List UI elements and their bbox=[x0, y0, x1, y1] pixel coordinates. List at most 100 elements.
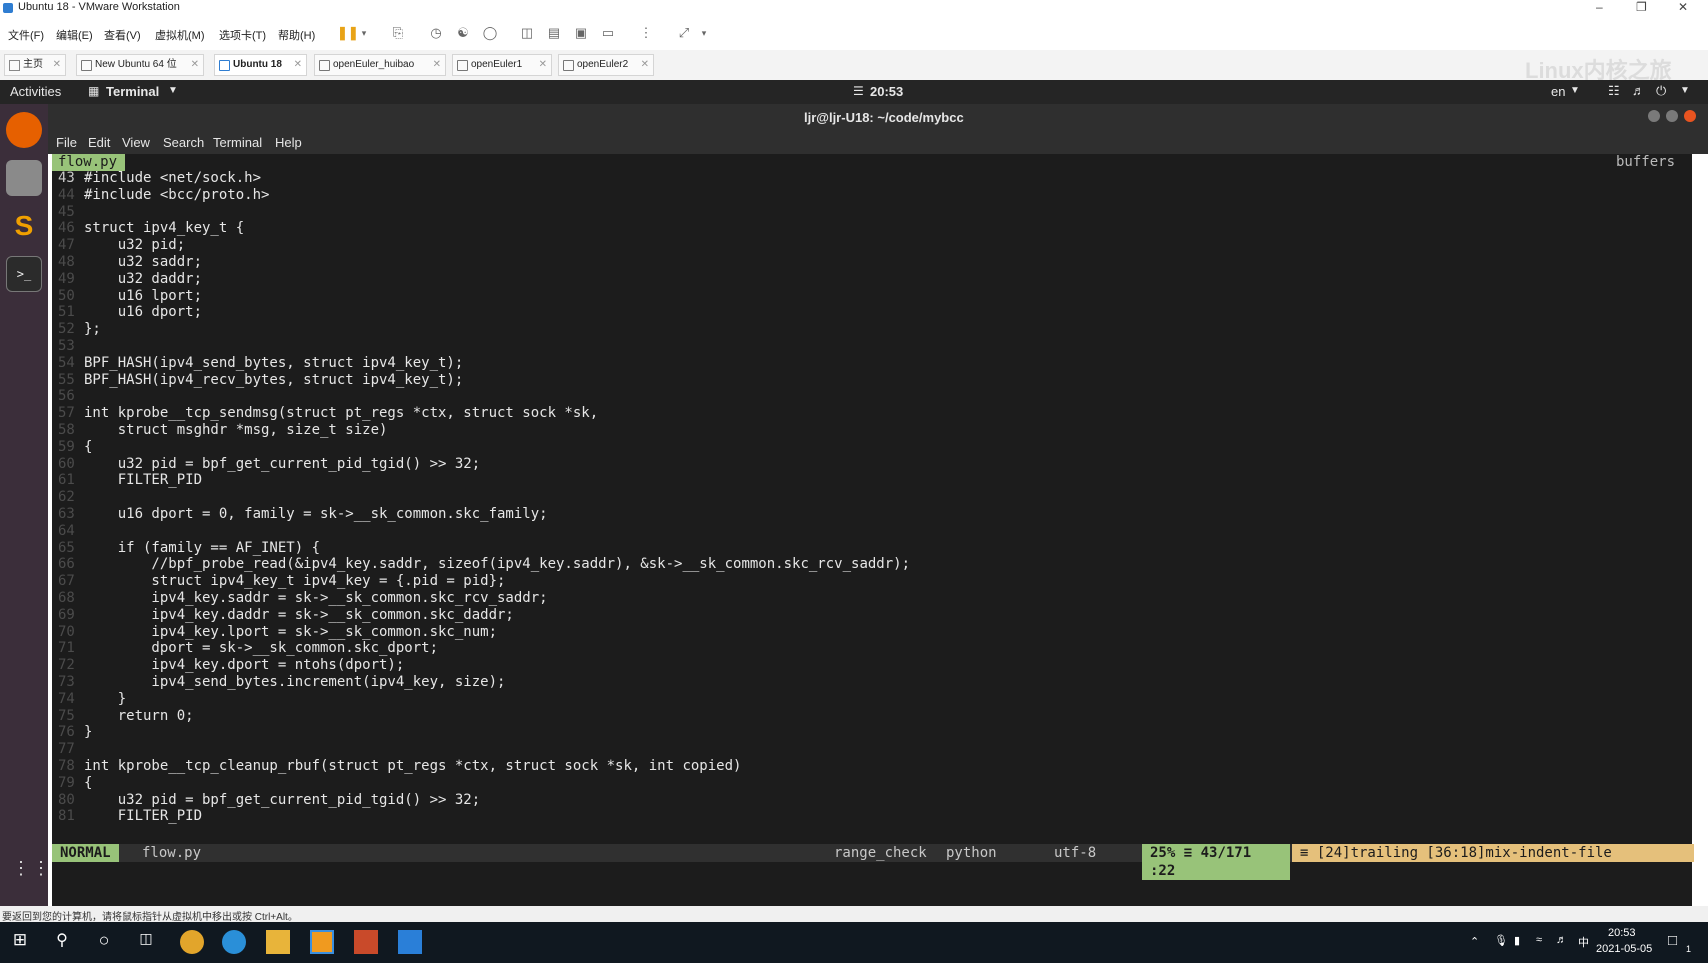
stretch-icon[interactable]: ⤢ bbox=[676, 25, 692, 41]
menu-vm[interactable]: 虚拟机(M) bbox=[155, 27, 205, 43]
vim-editor[interactable]: flow.py ❖ buffers 43 #include <net/sock.h… bbox=[52, 154, 1694, 906]
close-icon[interactable]: ✕ bbox=[433, 55, 441, 75]
code-area[interactable]: 43 #include <net/sock.h> 44 #include <bcc/p… bbox=[58, 170, 1688, 842]
line-number: 43 bbox=[58, 170, 75, 186]
line-text: u16 dport; bbox=[84, 304, 203, 321]
tab-openeuler1[interactable]: openEuler1 ✕ bbox=[452, 54, 552, 76]
windows-start-icon[interactable]: ⊞ bbox=[8, 930, 32, 954]
console-view-icon[interactable]: ▤ bbox=[546, 25, 562, 41]
menu-terminal[interactable]: Terminal bbox=[213, 135, 262, 150]
tab-openeuler2[interactable]: openEuler2 ✕ bbox=[558, 54, 654, 76]
fullscreen-icon[interactable]: ▣ bbox=[573, 25, 589, 41]
menu-edit[interactable]: 编辑(E) bbox=[56, 27, 93, 43]
minimize-icon[interactable]: – bbox=[1596, 0, 1603, 14]
wifi-icon[interactable]: ≈ bbox=[1536, 934, 1542, 946]
file-explorer-icon[interactable] bbox=[266, 930, 290, 954]
close-icon[interactable]: ✕ bbox=[641, 55, 649, 75]
close-icon[interactable]: ✕ bbox=[1678, 0, 1688, 14]
unity-icon[interactable]: ▭ bbox=[600, 25, 616, 41]
code-line: 64 bbox=[58, 523, 84, 540]
tab-new-ubuntu[interactable]: New Ubuntu 64 位 ✕ bbox=[76, 54, 204, 76]
app-icon[interactable] bbox=[398, 930, 422, 954]
vmware-menu-bar: 文件(F) 编辑(E) 查看(V) 虚拟机(M) 选项卡(T) 帮助(H) ❚❚… bbox=[0, 18, 1708, 48]
code-line: 45 bbox=[58, 204, 84, 221]
powerpoint-icon[interactable] bbox=[354, 930, 378, 954]
code-line: 67 struct ipv4_key_t ipv4_key = {.pid = … bbox=[58, 573, 505, 590]
pause-icon[interactable]: ❚❚ bbox=[337, 25, 359, 41]
sublime-text-icon[interactable]: S bbox=[6, 208, 42, 244]
close-icon[interactable]: ✕ bbox=[53, 55, 61, 75]
line-number: 54 bbox=[58, 354, 75, 371]
sidebar-toggle-icon[interactable]: ◫ bbox=[519, 25, 535, 41]
close-icon[interactable]: ✕ bbox=[294, 55, 302, 75]
mic-icon[interactable]: 🎙 bbox=[1494, 934, 1508, 947]
chrome-icon[interactable] bbox=[180, 930, 204, 954]
restore-icon[interactable]: ❐ bbox=[1636, 0, 1647, 14]
buffer-tab[interactable]: flow.py ❖ bbox=[52, 154, 126, 187]
console-icon[interactable]: ⋮ bbox=[638, 25, 654, 41]
close-icon[interactable] bbox=[1684, 110, 1696, 122]
snapshot-manager-icon[interactable]: ◯ bbox=[482, 25, 498, 41]
cortana-icon[interactable]: ○ bbox=[92, 930, 116, 954]
task-view-icon[interactable]: ◫ bbox=[134, 930, 158, 954]
send-keys-icon[interactable]: ⎘ bbox=[390, 25, 406, 41]
line-text: u32 daddr; bbox=[84, 270, 203, 287]
line-number: 73 bbox=[58, 674, 75, 690]
network-icon[interactable]: ☷ bbox=[1608, 83, 1620, 99]
code-line: 57 int kprobe__tcp_sendmsg(struct pt_regs… bbox=[58, 405, 598, 422]
activities-button[interactable]: Activities bbox=[10, 84, 61, 99]
notification-icon[interactable]: □ bbox=[1668, 932, 1677, 949]
line-number: 47 bbox=[58, 237, 75, 254]
files-icon[interactable] bbox=[6, 160, 42, 196]
power-icon[interactable]: ⏻ bbox=[1656, 83, 1666, 99]
terminal-icon[interactable]: >_ bbox=[6, 256, 42, 292]
menu-help[interactable]: Help bbox=[275, 135, 302, 150]
menu-search[interactable]: Search bbox=[163, 135, 204, 150]
line-number: 52 bbox=[58, 321, 75, 338]
menu-tabs[interactable]: 选项卡(T) bbox=[219, 27, 266, 43]
menu-help[interactable]: 帮助(H) bbox=[278, 27, 315, 43]
code-line: 70 ipv4_key.lport = sk->__sk_common.skc_… bbox=[58, 624, 497, 641]
minimize-icon[interactable] bbox=[1648, 110, 1660, 122]
stretch-dropdown-icon[interactable]: ▾ bbox=[696, 25, 712, 41]
code-line: 73 ipv4_send_bytes.increment(ipv4_key, s… bbox=[58, 674, 505, 691]
line-number: 60 bbox=[58, 455, 75, 472]
windows-taskbar: ⊞ ⚲ ○ ◫ ⌃ 🎙 ▮ ≈ ♬ 中 20:53 2021-05-05 □ 1 bbox=[0, 922, 1708, 963]
line-number: 63 bbox=[58, 506, 75, 522]
search-icon[interactable]: ⚲ bbox=[50, 930, 74, 954]
tab-label: openEuler_huibao bbox=[333, 59, 415, 70]
code-line: 79 { bbox=[58, 775, 92, 792]
tray-up-icon[interactable]: ⌃ bbox=[1470, 935, 1479, 948]
menu-edit[interactable]: Edit bbox=[88, 135, 110, 150]
buffers-label: buffers bbox=[1616, 154, 1676, 170]
speaker-icon[interactable]: ♬ bbox=[1556, 934, 1567, 946]
revert-snapshot-icon[interactable]: ☯ bbox=[455, 25, 471, 41]
menu-view[interactable]: View bbox=[122, 135, 150, 150]
tab-openeuler-huibao[interactable]: openEuler_huibao ✕ bbox=[314, 54, 446, 76]
firefox-icon[interactable] bbox=[6, 112, 42, 148]
taskbar-date[interactable]: 2021-05-05 bbox=[1596, 943, 1652, 955]
notification-count: 1 bbox=[1686, 944, 1692, 954]
language-indicator[interactable]: en bbox=[1551, 84, 1565, 99]
volume-icon[interactable]: ♬ bbox=[1632, 83, 1645, 98]
edge-icon[interactable] bbox=[222, 930, 246, 954]
line-text: ipv4_key.daddr = sk->__sk_common.skc_dad… bbox=[84, 606, 514, 623]
snapshot-icon[interactable]: ◷ bbox=[428, 25, 444, 41]
dropdown-arrow-icon[interactable]: ▾ bbox=[356, 25, 372, 41]
vmware-taskbar-icon[interactable] bbox=[310, 930, 334, 954]
taskbar-time[interactable]: 20:53 bbox=[1608, 927, 1636, 939]
tab-ubuntu-18[interactable]: Ubuntu 18 ✕ bbox=[214, 54, 307, 76]
vmware-status-bar: 要返回到您的计算机，请将鼠标指针从虚拟机中移出或按 Ctrl+Alt。 bbox=[0, 906, 1708, 923]
ime-indicator[interactable]: 中 bbox=[1578, 934, 1589, 950]
battery-icon[interactable]: ▮ bbox=[1514, 934, 1520, 947]
app-menu[interactable]: Terminal bbox=[106, 84, 159, 99]
tab-home[interactable]: 主页 ✕ bbox=[4, 54, 66, 76]
menu-file[interactable]: File bbox=[56, 135, 77, 150]
clock[interactable]: 20:53 bbox=[870, 84, 903, 99]
maximize-icon[interactable] bbox=[1666, 110, 1678, 122]
menu-file[interactable]: 文件(F) bbox=[8, 27, 44, 43]
line-number: 57 bbox=[58, 405, 75, 422]
close-icon[interactable]: ✕ bbox=[539, 55, 547, 75]
menu-view[interactable]: 查看(V) bbox=[104, 27, 141, 43]
close-icon[interactable]: ✕ bbox=[191, 55, 199, 75]
